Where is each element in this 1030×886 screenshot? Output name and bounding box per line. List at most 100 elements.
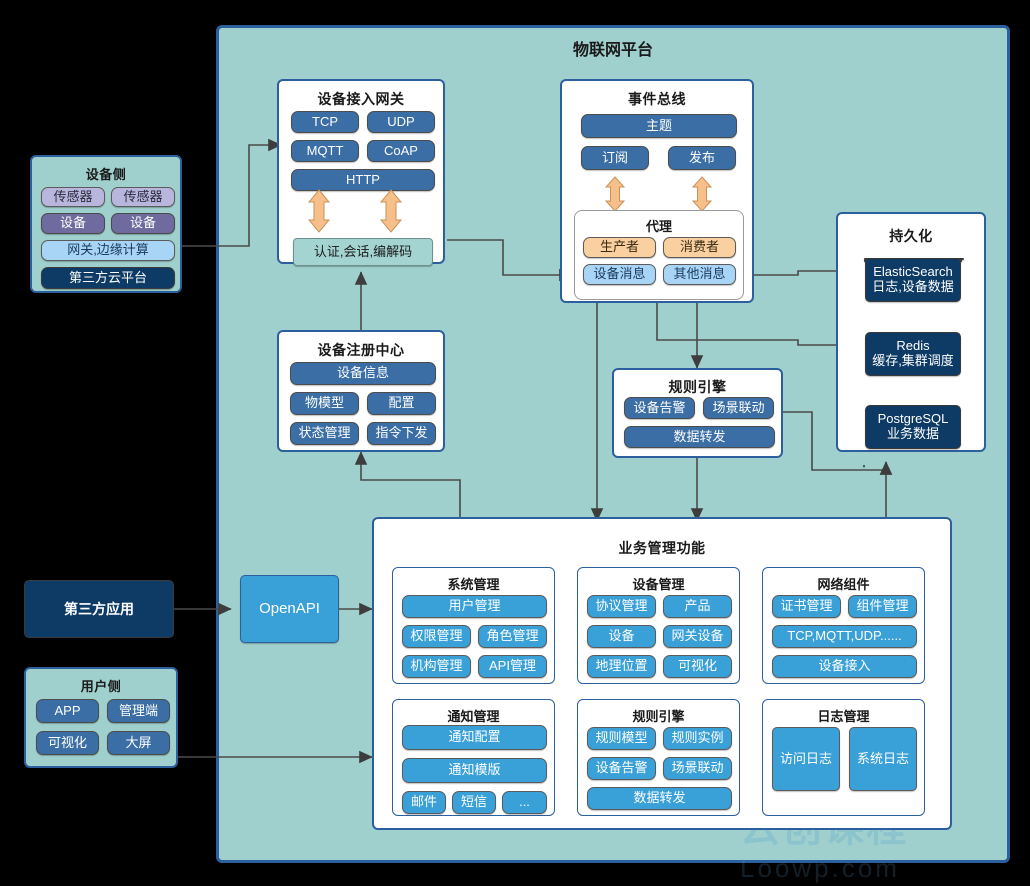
rule-engine-chip-device-alarm[interactable]: 设备告警: [624, 397, 695, 419]
event-bus-chip-subscribe[interactable]: 订阅: [581, 146, 649, 170]
persistence-store-elasticsearch[interactable]: ElasticSearch 日志,设备数据: [865, 258, 961, 302]
device-management-title: 设备管理: [632, 577, 685, 592]
chip-protocol-management[interactable]: 协议管理: [587, 595, 656, 618]
chip-device[interactable]: 设备: [587, 625, 656, 648]
postgresql-desc: 业务数据: [886, 426, 939, 441]
user-side-panel: 用户侧 APP 管理端 可视化 大屏: [24, 667, 178, 768]
user-side-title: 用户侧: [80, 679, 122, 694]
business-title: 业务管理功能: [618, 540, 706, 556]
chip-more[interactable]: ...: [502, 791, 547, 814]
business-group-system-management: 系统管理 用户管理 权限管理 角色管理 机构管理 API管理: [392, 567, 555, 684]
device-side-panel: 设备侧 传感器 传感器 设备 设备 网关,边缘计算 第三方云平台: [30, 155, 182, 293]
gateway-chip-auth-session-codec[interactable]: 认证,会话,编解码: [293, 238, 433, 266]
chip-permission-management[interactable]: 权限管理: [402, 625, 471, 648]
broker-chip-other-message[interactable]: 其他消息: [663, 264, 736, 285]
user-side-chip-visualization[interactable]: 可视化: [36, 731, 99, 755]
event-bus-panel: 事件总线 主题 订阅 发布 代理 生产者 消费者 设备消息 其他消息: [560, 79, 754, 303]
chip-rule-model[interactable]: 规则模型: [587, 727, 656, 750]
registry-chip-command-dispatch[interactable]: 指令下发: [367, 422, 436, 445]
gateway-bidirectional-arrows: [307, 189, 403, 233]
third-party-app-box[interactable]: 第三方应用: [24, 580, 174, 638]
chip-access-log[interactable]: 访问日志: [772, 727, 840, 791]
gateway-chip-coap[interactable]: CoAP: [367, 140, 435, 162]
chip-user-management[interactable]: 用户管理: [402, 595, 547, 618]
broker-chip-producer[interactable]: 生产者: [583, 237, 656, 258]
chip-email[interactable]: 邮件: [402, 791, 446, 814]
broker-title: 代理: [645, 219, 672, 234]
gateway-chip-tcp[interactable]: TCP: [291, 111, 359, 133]
notification-management-title: 通知管理: [447, 709, 500, 724]
chip-visualization[interactable]: 可视化: [663, 655, 732, 678]
rule-engine-title: 规则引擎: [668, 379, 727, 395]
postgresql-name: PostgreSQL: [877, 411, 949, 427]
event-bus-bidirectional-arrows: [604, 176, 713, 212]
log-management-title: 日志管理: [817, 709, 870, 724]
rule-engine-chip-scene-linkage[interactable]: 场景联动: [703, 397, 774, 419]
registry-chip-config[interactable]: 配置: [367, 392, 436, 415]
chip-sms[interactable]: 短信: [452, 791, 496, 814]
registry-title: 设备注册中心: [317, 342, 405, 358]
rule-engine-chip-data-forward[interactable]: 数据转发: [624, 426, 775, 448]
chip-protocol-list[interactable]: TCP,MQTT,UDP......: [772, 625, 917, 648]
redis-desc: 缓存,集群调度: [872, 353, 954, 368]
chip-org-management[interactable]: 机构管理: [402, 655, 471, 678]
chip-gateway-device[interactable]: 网关设备: [663, 625, 732, 648]
persistence-title: 持久化: [889, 228, 933, 244]
broker-chip-device-message[interactable]: 设备消息: [583, 264, 656, 285]
gateway-title: 设备接入网关: [317, 91, 405, 107]
persistence-store-redis[interactable]: Redis 缓存,集群调度: [865, 332, 961, 376]
persistence-panel: 持久化 ElasticSearch 日志,设备数据 Redis 缓存,集群调度 …: [836, 212, 986, 467]
user-side-chip-admin[interactable]: 管理端: [107, 699, 170, 723]
user-side-chip-big-screen[interactable]: 大屏: [107, 731, 170, 755]
business-rule-engine-title: 规则引擎: [632, 709, 685, 724]
chip-notification-config[interactable]: 通知配置: [402, 725, 547, 750]
chip-api-management[interactable]: API管理: [478, 655, 547, 678]
chip-notification-template[interactable]: 通知模版: [402, 758, 547, 783]
chip-component-management[interactable]: 组件管理: [848, 595, 917, 618]
chip-rule-instance[interactable]: 规则实例: [663, 727, 732, 750]
chip-certificate-management[interactable]: 证书管理: [772, 595, 841, 618]
gateway-chip-udp[interactable]: UDP: [367, 111, 435, 133]
registry-chip-state-mgmt[interactable]: 状态管理: [290, 422, 359, 445]
event-bus-title: 事件总线: [628, 91, 686, 107]
registry-chip-thing-model[interactable]: 物模型: [290, 392, 359, 415]
user-side-chip-app[interactable]: APP: [36, 699, 99, 723]
business-group-network-components: 网络组件 证书管理 组件管理 TCP,MQTT,UDP...... 设备接入: [762, 567, 925, 684]
redis-name: Redis: [896, 338, 930, 354]
event-bus-chip-publish[interactable]: 发布: [668, 146, 736, 170]
chip-geolocation[interactable]: 地理位置: [587, 655, 656, 678]
device-side-chip-device-1[interactable]: 设备: [41, 213, 105, 234]
chip-role-management[interactable]: 角色管理: [478, 625, 547, 648]
elasticsearch-name: ElasticSearch: [873, 264, 953, 280]
business-group-log-management: 日志管理 访问日志 系统日志: [762, 699, 925, 816]
persistence-store-postgresql[interactable]: PostgreSQL 业务数据: [865, 405, 961, 449]
chip-product[interactable]: 产品: [663, 595, 732, 618]
chip-business-scene-linkage[interactable]: 场景联动: [663, 757, 732, 780]
network-components-title: 网络组件: [817, 577, 870, 592]
device-side-chip-sensor-2[interactable]: 传感器: [111, 187, 175, 207]
event-bus-chip-topic[interactable]: 主题: [581, 114, 737, 138]
device-side-chip-third-party-cloud[interactable]: 第三方云平台: [41, 267, 175, 289]
chip-business-data-forward[interactable]: 数据转发: [587, 787, 732, 810]
registry-chip-device-info[interactable]: 设备信息: [290, 362, 436, 385]
device-side-title: 设备侧: [85, 167, 127, 182]
broker-panel: 代理 生产者 消费者 设备消息 其他消息: [574, 210, 744, 300]
page-title: 物联网平台: [572, 42, 653, 59]
chip-business-device-alarm[interactable]: 设备告警: [587, 757, 656, 780]
broker-chip-consumer[interactable]: 消费者: [663, 237, 736, 258]
open-api-box[interactable]: OpenAPI: [240, 575, 339, 643]
diagram-canvas: 物联网平台 云创课程 Loowp.com: [0, 0, 1030, 886]
device-access-gateway-panel: 设备接入网关 TCP UDP MQTT CoAP HTTP 认证,会话,编解码: [277, 79, 445, 266]
business-group-notification-management: 通知管理 通知配置 通知模版 邮件 短信 ...: [392, 699, 555, 816]
device-side-chip-gateway-edge[interactable]: 网关,边缘计算: [41, 240, 175, 261]
business-group-device-management: 设备管理 协议管理 产品 设备 网关设备 地理位置 可视化: [577, 567, 740, 684]
chip-system-log[interactable]: 系统日志: [849, 727, 917, 791]
device-side-chip-sensor-1[interactable]: 传感器: [41, 187, 105, 207]
device-side-chip-device-2[interactable]: 设备: [111, 213, 175, 234]
business-group-rule-engine: 规则引擎 规则模型 规则实例 设备告警 场景联动 数据转发: [577, 699, 740, 816]
gateway-chip-mqtt[interactable]: MQTT: [291, 140, 359, 162]
business-management-panel: 业务管理功能 系统管理 用户管理 权限管理 角色管理 机构管理 API管理 设备…: [372, 517, 952, 830]
rule-engine-panel: 规则引擎 设备告警 场景联动 数据转发: [612, 368, 783, 458]
chip-device-access[interactable]: 设备接入: [772, 655, 917, 678]
elasticsearch-desc: 日志,设备数据: [872, 279, 954, 294]
